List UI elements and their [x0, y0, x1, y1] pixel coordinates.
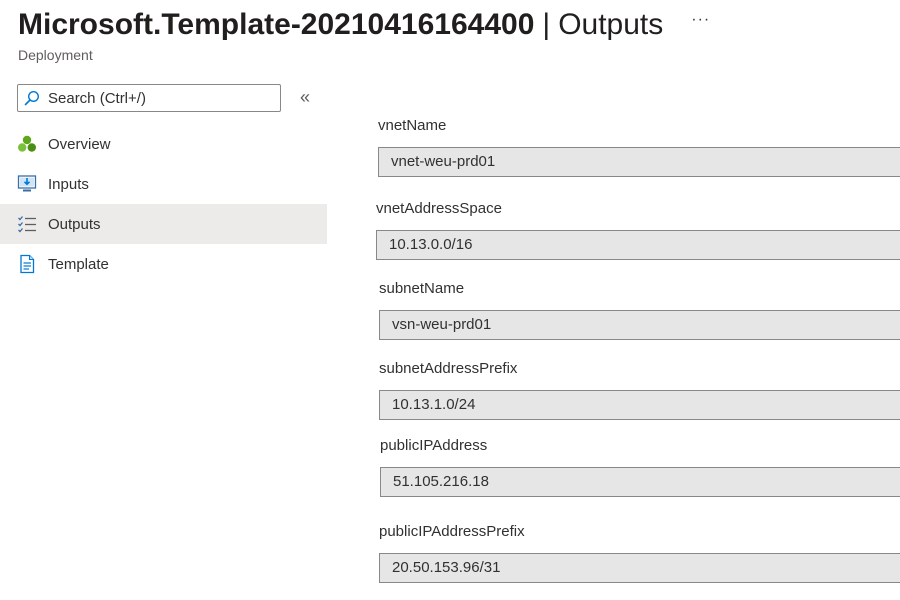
resource-name: Microsoft.Template-20210416164400: [18, 8, 535, 41]
output-label: vnetAddressSpace: [376, 200, 502, 217]
output-field-subnet-name: subnetName vsn-weu-prd01: [376, 279, 900, 340]
output-field-public-ip-address-prefix: publicIPAddressPrefix 20.50.153.96/31: [376, 522, 900, 583]
output-value[interactable]: 10.13.1.0/24: [379, 390, 900, 420]
sidebar-item-label: Template: [48, 255, 109, 273]
output-field-subnet-address-prefix: subnetAddressPrefix 10.13.1.0/24: [376, 359, 900, 420]
page-title: Microsoft.Template-20210416164400 | Output…: [18, 6, 663, 44]
output-value[interactable]: 51.105.216.18: [380, 467, 900, 497]
overview-icon: [17, 134, 37, 154]
sidebar-item-template[interactable]: Template: [0, 244, 327, 284]
output-label: publicIPAddressPrefix: [379, 523, 525, 540]
output-label: publicIPAddress: [380, 437, 488, 454]
output-field-vnet-name: vnetName vnet-weu-prd01: [376, 116, 900, 177]
outputs-icon: [17, 214, 37, 234]
sidebar-item-overview[interactable]: Overview: [0, 124, 327, 164]
output-value[interactable]: vnet-weu-prd01: [378, 147, 900, 177]
title-row: Microsoft.Template-20210416164400 | Output…: [18, 6, 888, 44]
output-field-public-ip-address: publicIPAddress 51.105.216.18: [376, 436, 900, 497]
sidebar-item-label: Overview: [48, 135, 111, 153]
sidebar-item-label: Outputs: [48, 215, 101, 233]
output-label: subnetName: [379, 280, 465, 297]
inputs-icon: [17, 174, 37, 194]
page-subtitle: Deployment: [18, 47, 93, 63]
page-header: Microsoft.Template-20210416164400 | Output…: [18, 6, 888, 63]
search-input[interactable]: [46, 88, 280, 108]
output-field-vnet-address-space: vnetAddressSpace 10.13.0.0/16: [376, 199, 900, 260]
output-value[interactable]: 10.13.0.0/16: [376, 230, 900, 260]
sidebar-nav: Overview Inputs Outputs Template: [0, 124, 327, 284]
sidebar-item-outputs[interactable]: Outputs: [0, 204, 327, 244]
more-options-button[interactable]: ···: [691, 11, 710, 29]
search-icon: [24, 89, 42, 107]
output-label: vnetName: [378, 117, 447, 134]
title-separator: |: [542, 8, 551, 41]
sidebar-item-label: Inputs: [48, 175, 89, 193]
template-icon: [17, 254, 37, 274]
sidebar-item-inputs[interactable]: Inputs: [0, 164, 327, 204]
output-value[interactable]: 20.50.153.96/31: [379, 553, 900, 583]
collapse-sidebar-button[interactable]: «: [300, 88, 310, 106]
output-label: subnetAddressPrefix: [379, 360, 518, 377]
output-value[interactable]: vsn-weu-prd01: [379, 310, 900, 340]
section-name: Outputs: [558, 8, 664, 41]
search-box[interactable]: [17, 84, 281, 112]
